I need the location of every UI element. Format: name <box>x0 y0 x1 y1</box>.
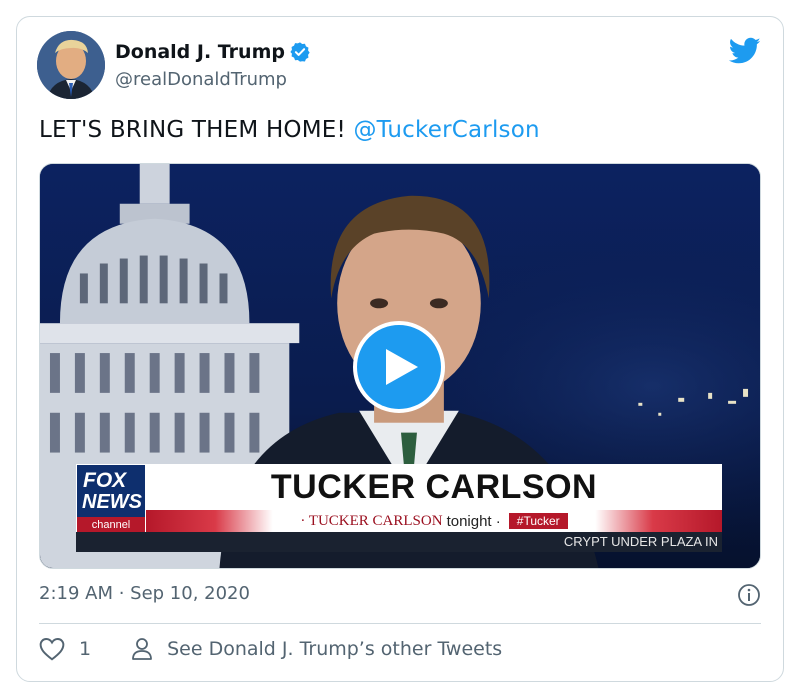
info-icon[interactable] <box>737 583 761 607</box>
logo-channel-text: channel <box>77 517 145 533</box>
tweet-body: LET'S BRING THEM HOME! <box>39 117 354 143</box>
author-name-row[interactable]: Donald J. Trump <box>115 41 311 63</box>
logo-fox-text: FOX <box>83 469 127 492</box>
play-button[interactable] <box>353 321 445 413</box>
person-icon <box>132 638 152 660</box>
show-hashtag: #Tucker <box>508 513 568 529</box>
tweet-card: Donald J. Trump @realDonaldTrump LET'S B… <box>16 16 784 682</box>
anchor-name-bar: TUCKER CARLSON <box>146 464 722 510</box>
tweet-actions: 1 See Donald J. Trump’s other Tweets <box>39 637 502 661</box>
divider <box>39 623 761 624</box>
video-player[interactable]: FOX NEWS channel TUCKER CARLSON · TUCKER… <box>39 163 761 569</box>
see-other-tweets-link[interactable]: See Donald J. Trump’s other Tweets <box>167 638 502 660</box>
play-icon <box>386 349 418 385</box>
tweet-timestamp[interactable]: 2:19 AM · Sep 10, 2020 <box>39 583 250 604</box>
show-title-bar: · TUCKER CARLSON tonight · #Tucker <box>146 510 722 532</box>
twitter-bird-icon[interactable] <box>729 37 761 65</box>
author-display-name[interactable]: Donald J. Trump <box>115 41 285 63</box>
author-handle[interactable]: @realDonaldTrump <box>115 69 287 90</box>
avatar[interactable] <box>37 31 105 99</box>
news-ticker: CRYPT UNDER PLAZA IN <box>76 532 722 552</box>
tweet-text: LET'S BRING THEM HOME! @TuckerCarlson <box>39 117 540 143</box>
heart-icon[interactable] <box>39 637 65 661</box>
show-tonight: tonight · <box>446 512 501 530</box>
fox-news-logo: FOX NEWS channel <box>76 464 146 534</box>
like-count[interactable]: 1 <box>79 638 91 660</box>
verified-badge-icon <box>290 42 310 62</box>
mention-link[interactable]: @TuckerCarlson <box>353 117 539 143</box>
show-title: · TUCKER CARLSON <box>300 512 443 529</box>
news-lower-third: FOX NEWS channel TUCKER CARLSON · TUCKER… <box>76 464 722 556</box>
logo-news-text: NEWS <box>82 491 142 513</box>
